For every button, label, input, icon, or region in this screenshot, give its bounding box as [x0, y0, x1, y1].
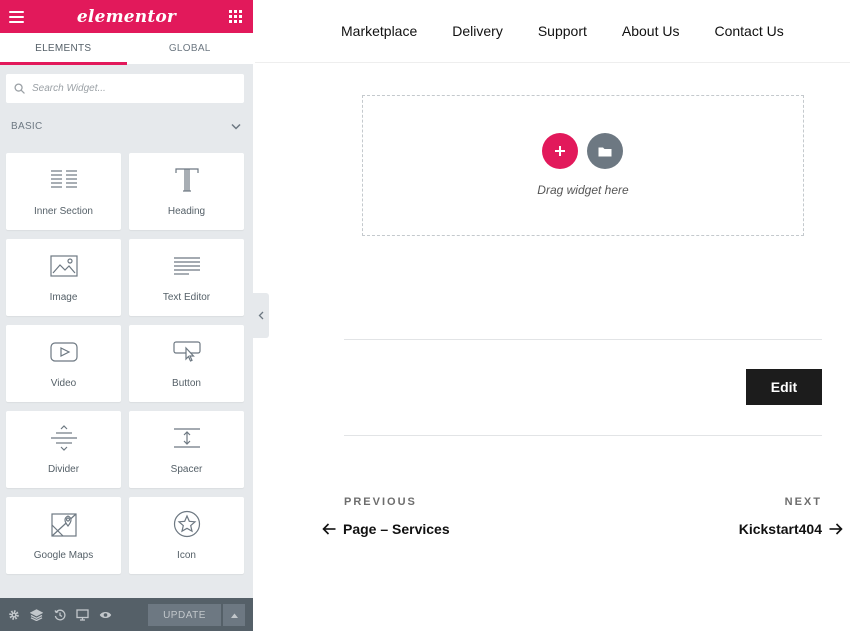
elementor-logo: elementor [76, 6, 177, 27]
responsive-icon[interactable] [75, 607, 90, 622]
update-button[interactable]: UPDATE [148, 604, 221, 626]
widget-label: Image [49, 292, 78, 303]
chevron-left-icon [258, 311, 264, 320]
widget-label: Button [172, 378, 201, 389]
panel-footer: UPDATE [0, 598, 253, 631]
nav-link-marketplace[interactable]: Marketplace [341, 23, 417, 39]
widget-label: Heading [167, 206, 206, 217]
widget-icon[interactable]: Icon [129, 497, 244, 574]
search-widget-input[interactable] [32, 83, 232, 94]
button-icon [172, 341, 201, 362]
content-divider [344, 435, 822, 436]
site-navigation: Marketplace Delivery Support About Us Co… [341, 23, 819, 39]
search-icon [14, 83, 25, 94]
next-post-link[interactable]: Kickstart404 [739, 521, 843, 537]
next-post-title: Kickstart404 [738, 521, 822, 537]
video-icon [49, 342, 78, 362]
widget-label: Inner Section [34, 206, 93, 217]
widget-label: Divider [47, 464, 80, 475]
settings-icon[interactable] [6, 607, 21, 622]
previous-label: PREVIOUS [344, 496, 417, 508]
nav-link-delivery[interactable]: Delivery [452, 23, 503, 39]
widget-divider[interactable]: Divider [6, 411, 121, 488]
arrow-left-icon [322, 523, 336, 535]
panel-tabs: ELEMENTS GLOBAL [0, 33, 253, 65]
dropzone-hint: Drag widget here [537, 183, 629, 197]
plus-icon [555, 146, 565, 156]
widget-google-maps[interactable]: Google Maps [6, 497, 121, 574]
spacer-icon [173, 428, 200, 448]
empty-section-dropzone[interactable] [362, 95, 804, 236]
heading-icon [174, 168, 199, 192]
search-box [6, 74, 244, 103]
widget-heading[interactable]: Heading [129, 153, 244, 230]
widget-button[interactable]: Button [129, 325, 244, 402]
widget-label: Video [50, 378, 77, 389]
tab-elements[interactable]: ELEMENTS [0, 33, 127, 65]
widget-label: Google Maps [33, 550, 94, 561]
widget-label: Icon [177, 550, 196, 561]
widgets-grid: Inner Section Heading Image Text Editor … [6, 153, 244, 574]
add-section-button[interactable] [542, 133, 578, 169]
edit-button[interactable]: Edit [746, 369, 822, 405]
content-divider [344, 339, 822, 340]
elementor-panel: elementor ELEMENTS GLOBAL BASIC [0, 0, 253, 631]
nav-link-support[interactable]: Support [538, 23, 587, 39]
widget-video[interactable]: Video [6, 325, 121, 402]
header-divider [255, 62, 850, 63]
google-maps-icon [50, 513, 77, 537]
add-template-button[interactable] [587, 133, 623, 169]
panel-header: elementor [0, 0, 253, 33]
previous-post-link[interactable]: Page – Services [322, 521, 450, 537]
history-icon[interactable] [52, 607, 67, 622]
widget-label: Spacer [170, 464, 203, 475]
star-icon [173, 510, 200, 538]
navigator-icon[interactable] [29, 607, 44, 622]
widget-text-editor[interactable]: Text Editor [129, 239, 244, 316]
tab-global[interactable]: GLOBAL [126, 33, 253, 65]
caret-up-icon [230, 613, 238, 618]
next-label: NEXT [784, 496, 822, 508]
category-label: BASIC [11, 120, 43, 132]
widgets-grid-icon[interactable] [228, 10, 242, 23]
widget-inner-section[interactable]: Inner Section [6, 153, 121, 230]
divider-icon [50, 425, 77, 451]
category-basic-header[interactable]: BASIC [11, 119, 241, 133]
widget-spacer[interactable]: Spacer [129, 411, 244, 488]
chevron-down-icon [231, 123, 241, 130]
text-editor-icon [173, 257, 200, 275]
inner-section-icon [50, 170, 77, 188]
arrow-right-icon [829, 523, 843, 535]
widget-image[interactable]: Image [6, 239, 121, 316]
preview-icon[interactable] [98, 607, 113, 622]
nav-link-contact-us[interactable]: Contact Us [714, 23, 783, 39]
collapse-panel-button[interactable] [253, 293, 269, 338]
save-options-button[interactable] [223, 604, 245, 626]
widget-label: Text Editor [162, 292, 211, 303]
image-icon [49, 255, 78, 277]
previous-post-title: Page – Services [343, 521, 450, 537]
nav-link-about-us[interactable]: About Us [622, 23, 680, 39]
folder-icon [598, 147, 612, 156]
menu-icon[interactable] [9, 10, 24, 23]
